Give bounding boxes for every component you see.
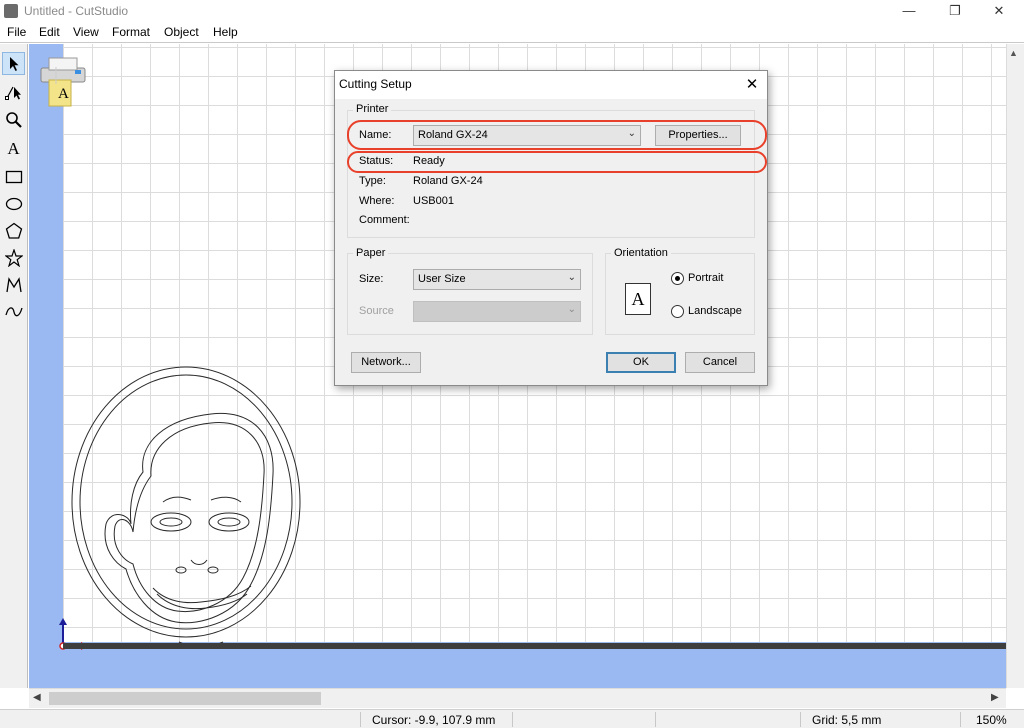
- curve-icon[interactable]: [2, 300, 25, 323]
- menu-edit[interactable]: Edit: [39, 25, 60, 39]
- paper-size-select[interactable]: User Size ⌄: [413, 269, 581, 290]
- printer-type-label: Type:: [359, 175, 386, 187]
- orientation-group-label: Orientation: [611, 247, 671, 259]
- portrait-radio[interactable]: [671, 272, 684, 285]
- sheet-bottom-edge: [63, 643, 1006, 649]
- window-title: Untitled - CutStudio: [24, 4, 129, 18]
- network-button[interactable]: Network...: [351, 352, 421, 373]
- horizontal-scroll-thumb[interactable]: [49, 692, 321, 705]
- zoom-level: 150%: [976, 713, 1007, 727]
- title-bar: Untitled - CutStudio — ❐ ✕: [0, 0, 1024, 22]
- maximize-button[interactable]: ❐: [932, 0, 978, 22]
- printer-group-label: Printer: [353, 103, 392, 115]
- dialog-title: Cutting Setup: [339, 77, 412, 91]
- cutter-printer-icon[interactable]: A: [39, 54, 89, 108]
- cancel-button[interactable]: Cancel: [685, 352, 755, 373]
- menu-format[interactable]: Format: [112, 25, 150, 39]
- minimize-button[interactable]: —: [886, 0, 932, 22]
- status-bar: Cursor: -9.9, 107.9 mm Grid: 5,5 mm 150%: [0, 709, 1024, 728]
- portrait-label[interactable]: Portrait: [688, 272, 723, 284]
- menu-object[interactable]: Object: [164, 25, 199, 39]
- close-icon[interactable]: ✕: [739, 73, 765, 97]
- scroll-down-area[interactable]: [1009, 674, 1022, 685]
- ellipse-icon[interactable]: [2, 192, 25, 215]
- scroll-right-icon[interactable]: ▶: [991, 692, 999, 703]
- toolbox: A: [0, 44, 28, 688]
- scroll-up-icon[interactable]: ▲: [1009, 48, 1018, 58]
- scroll-left-icon[interactable]: ◀: [33, 692, 41, 703]
- cutting-setup-dialog: Cutting Setup ✕ Printer Name: Roland GX-…: [334, 70, 768, 386]
- cursor-position: Cursor: -9.9, 107.9 mm: [372, 713, 496, 727]
- highlight-status-row: [347, 151, 767, 173]
- close-window-button[interactable]: ✕: [976, 0, 1022, 22]
- menu-help[interactable]: Help: [213, 25, 238, 39]
- menu-file[interactable]: File: [7, 25, 26, 39]
- printer-where-label: Where:: [359, 195, 395, 207]
- grid-size: Grid: 5,5 mm: [812, 713, 882, 727]
- paper-source-label: Source: [359, 305, 394, 317]
- star-icon[interactable]: [2, 246, 25, 269]
- status-separator: [800, 712, 801, 727]
- paper-size-value: User Size: [418, 273, 466, 285]
- portrait-page-icon: A: [625, 283, 651, 315]
- chevron-down-icon: ⌄: [567, 304, 576, 315]
- status-separator: [512, 712, 513, 727]
- status-separator: [960, 712, 961, 727]
- printer-comment-label: Comment:: [359, 214, 410, 226]
- menu-view[interactable]: View: [73, 25, 99, 39]
- portrait-face-drawing[interactable]: [71, 364, 307, 644]
- paper-source-select: ⌄: [413, 301, 581, 322]
- menu-bar: File Edit View Format Object Help: [0, 22, 1024, 43]
- printer-type-value: Roland GX-24: [413, 175, 483, 187]
- text-tool-icon[interactable]: A: [2, 137, 25, 160]
- ok-button[interactable]: OK: [606, 352, 676, 373]
- horizontal-scrollbar[interactable]: ◀ ▶: [29, 688, 1006, 708]
- landscape-radio[interactable]: [671, 305, 684, 318]
- paper-group-label: Paper: [353, 247, 389, 259]
- landscape-label[interactable]: Landscape: [688, 305, 742, 317]
- rectangle-icon[interactable]: [2, 165, 25, 188]
- chevron-down-icon: ⌄: [567, 272, 576, 283]
- printer-where-value: USB001: [413, 195, 454, 207]
- dialog-title-bar: Cutting Setup ✕: [335, 71, 767, 99]
- printer-icon-letter: A: [58, 86, 69, 102]
- zoom-icon[interactable]: [2, 108, 25, 131]
- paper-size-label: Size:: [359, 273, 384, 285]
- vertical-scrollbar[interactable]: ▲: [1006, 44, 1024, 688]
- status-separator: [655, 712, 656, 727]
- select-arrow-icon[interactable]: [2, 52, 25, 75]
- edit-points-icon[interactable]: [2, 80, 25, 103]
- paper-group: [347, 253, 593, 335]
- cutstudio-app-icon: [4, 4, 18, 18]
- polyline-icon[interactable]: [2, 273, 25, 296]
- highlight-name-row: [347, 120, 767, 150]
- polygon-icon[interactable]: [2, 219, 25, 242]
- status-separator: [360, 712, 361, 727]
